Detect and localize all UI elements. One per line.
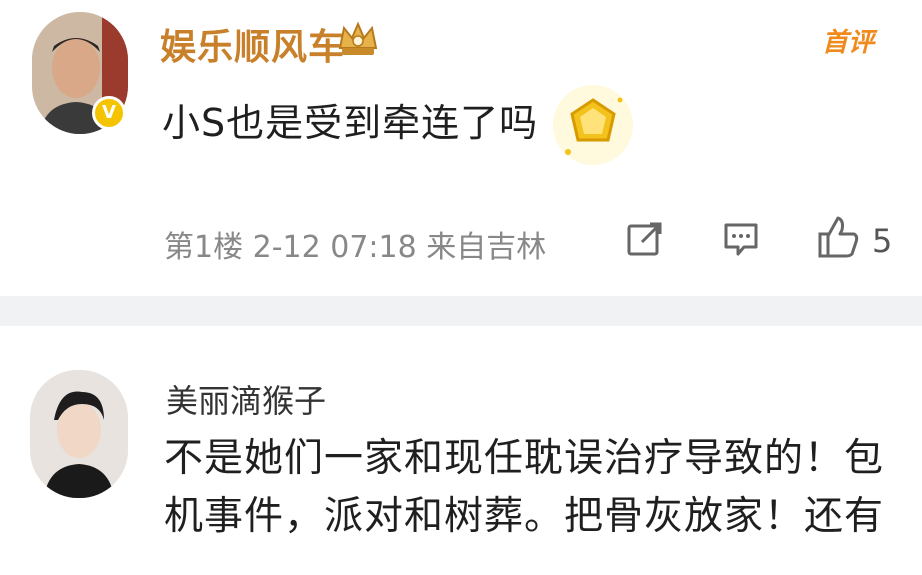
username[interactable]: 娱乐顺风车 — [160, 18, 345, 70]
username[interactable]: 美丽滴猴子 — [166, 376, 326, 422]
comment-meta: 第1楼 2-12 07:18 来自吉林 — [164, 230, 547, 265]
crown-icon — [338, 21, 378, 55]
comment-text: 小S也是受到牵连了吗 — [162, 101, 539, 145]
like-icon[interactable] — [816, 214, 860, 260]
comment-text: 不是她们一家和现任耽误治疗导致的！包机事件，派对和树葬。把骨灰放家！还有 — [164, 436, 885, 539]
first-comment-tag: 首评 — [822, 28, 875, 58]
comment-divider — [0, 296, 922, 326]
comment-icon[interactable] — [722, 220, 760, 258]
badge-sticker-icon — [553, 85, 633, 165]
avatar[interactable] — [30, 370, 128, 498]
like-count: 5 — [872, 222, 893, 260]
verified-badge-icon: V — [92, 96, 126, 130]
share-icon[interactable] — [626, 220, 664, 258]
